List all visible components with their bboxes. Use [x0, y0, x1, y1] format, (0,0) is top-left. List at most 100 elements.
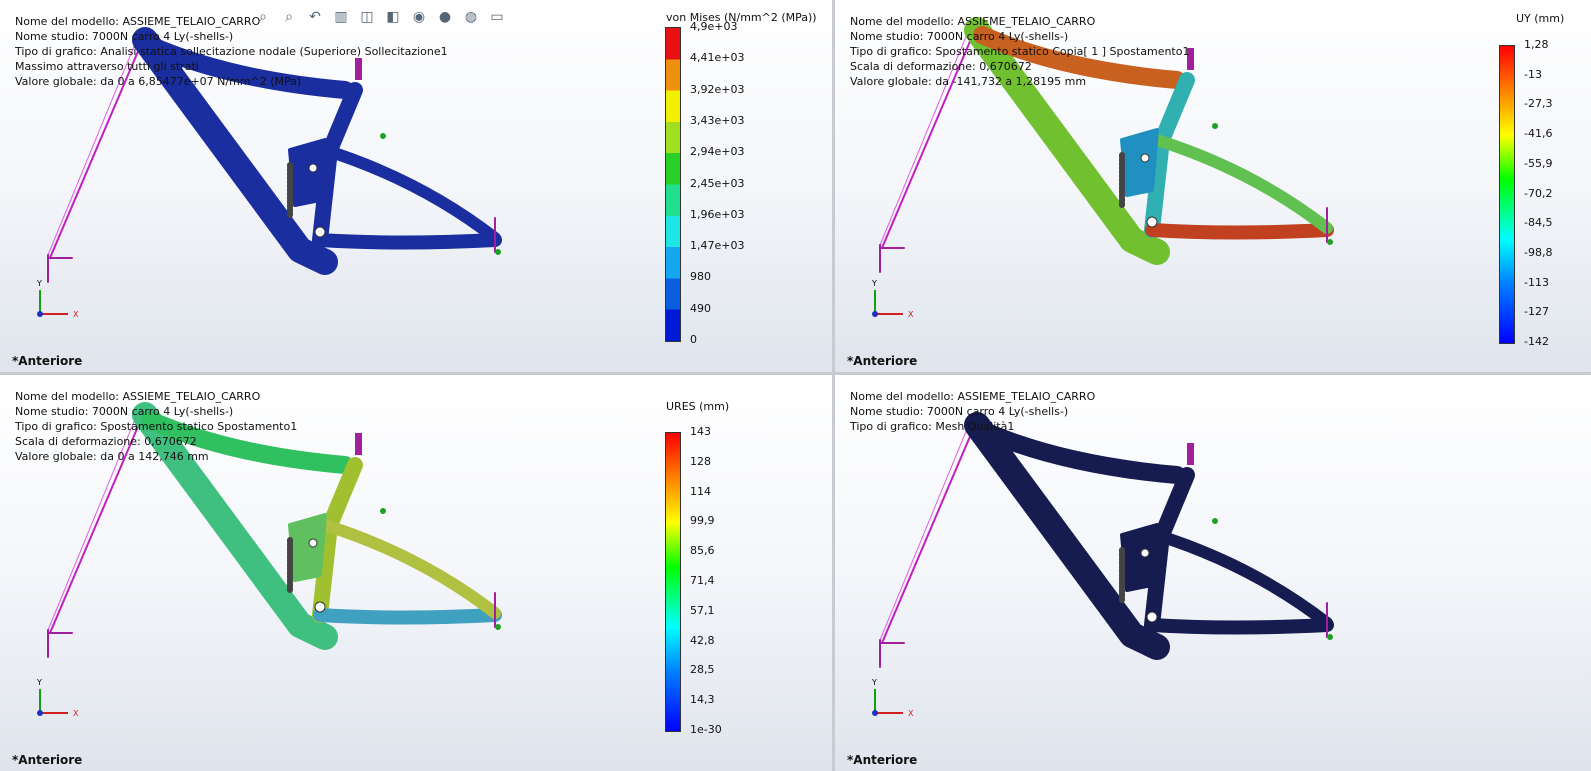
info-study: Nome studio: 7000N carro 4 Ly(-shells-) [15, 30, 234, 43]
load-arrow [1187, 443, 1194, 465]
legend-title: UY (mm) [1516, 12, 1565, 25]
info-global: Valore globale: da 0 a 142,746 mm [15, 450, 209, 463]
legend-tick: 42,8 [690, 633, 715, 647]
seatstay [1151, 134, 1333, 234]
legend-tick: -113 [1524, 275, 1549, 289]
triad-axes: Y X [871, 678, 914, 718]
seat-tube [312, 457, 363, 623]
legend-tick: 128 [690, 454, 711, 468]
axis-x-label: X [73, 310, 79, 319]
view-orientation-label: *Anteriore [847, 354, 918, 368]
info-plot: Tipo di grafico: Analisi statica solleci… [15, 45, 448, 58]
legend-tick: 980 [690, 270, 711, 284]
viewports-area: Nome del modello: ASSIEME_TELAIO_CARRO No… [0, 0, 1591, 771]
legend-tick: 4,9e+03 [690, 20, 738, 33]
load-arrow [355, 433, 362, 455]
seat-tube [1144, 467, 1195, 633]
axis-y-label: Y [871, 678, 877, 687]
viewport-1[interactable]: Nome del modello: ASSIEME_TELAIO_CARRO No… [0, 0, 832, 372]
scene-icon[interactable]: ◍ [462, 8, 480, 26]
zoom-area-icon[interactable]: ⌕ [280, 8, 298, 26]
legend-tick: -142 [1524, 335, 1549, 348]
info-study: Nome studio: 7000N carro 4 Ly(-shells-) [15, 405, 234, 418]
seatstay [319, 144, 501, 244]
legend-title: von Mises (N/mm^2 (MPa)) [666, 11, 817, 24]
legend-tick: 2,45e+03 [690, 176, 745, 190]
info-model: Nome del modello: ASSIEME_TELAIO_CARRO [850, 390, 1096, 403]
info-extra: Massimo attraverso tutti gli strati [15, 60, 199, 73]
info-plot: Tipo di grafico: Spostamento statico Cop… [850, 45, 1190, 58]
hide-show-icon[interactable]: ◉ [410, 8, 428, 26]
legend-tick: -55,9 [1524, 156, 1553, 170]
seat-tube [312, 82, 363, 248]
info-model: Nome del modello: ASSIEME_TELAIO_CARRO [15, 390, 261, 403]
seatstay [1151, 529, 1333, 629]
legend-tick: -41,6 [1524, 127, 1553, 141]
constraint-line [881, 419, 978, 644]
legend-tick: 71,4 [690, 574, 715, 587]
rocker-link [1120, 523, 1159, 592]
legend-tick: 1e-30 [690, 723, 722, 736]
color-bar [665, 27, 681, 342]
chainstay [1145, 223, 1334, 240]
legend-tick: 57,1 [690, 603, 715, 617]
plot-info: Nome del modello: ASSIEME_TELAIO_CARRO No… [850, 14, 1189, 89]
info-model: Nome del modello: ASSIEME_TELAIO_CARRO [850, 15, 1096, 28]
legend-tick: 28,5 [690, 663, 715, 677]
view-orientation-icon[interactable]: ◫ [358, 8, 376, 26]
info-extra: Scala di deformazione: 0,670672 [15, 435, 197, 448]
viewport-divider-horizontal[interactable] [0, 372, 1591, 375]
viewport-2[interactable]: Nome del modello: ASSIEME_TELAIO_CARRO No… [835, 0, 1591, 372]
triad-axes: Y X [871, 279, 914, 319]
viewport-divider-vertical[interactable] [832, 0, 835, 771]
display-style-icon[interactable]: ◧ [384, 8, 402, 26]
frame-model[interactable]: Y X [835, 375, 1591, 771]
legend-tick: 4,41e+03 [690, 51, 745, 65]
info-plot: Tipo di grafico: Mesh Qualità1 [850, 420, 1015, 433]
seat-tube [1144, 72, 1195, 238]
edit-appearance-icon[interactable]: ● [436, 8, 454, 26]
legend-title: URES (mm) [666, 400, 730, 413]
legend-tick: 490 [690, 301, 711, 315]
view-orientation-label: *Anteriore [12, 753, 83, 767]
legend-tick: -98,8 [1524, 245, 1553, 259]
rocker-link [288, 513, 327, 582]
zoom-to-fit-icon[interactable]: ⌕ [254, 8, 272, 26]
legend-tick: 1,28 [1524, 38, 1549, 51]
legend-tick: 99,9 [690, 514, 715, 528]
legend-tick: -84,5 [1524, 216, 1553, 230]
chainstay [313, 233, 502, 250]
legend-tick: -70,2 [1524, 186, 1553, 200]
view-orientation-label: *Anteriore [847, 753, 918, 767]
triad-axes: Y X [36, 279, 79, 319]
legend-tick: 1,96e+03 [690, 207, 745, 221]
section-view-icon[interactable]: ▥ [332, 8, 350, 26]
color-bar [1499, 45, 1515, 344]
viewport-3[interactable]: Nome del modello: ASSIEME_TELAIO_CARRO No… [0, 375, 832, 771]
rocker-link [288, 138, 327, 207]
legend-tick: -13 [1524, 67, 1542, 81]
legend-tick: -27,3 [1524, 97, 1553, 111]
info-extra: Scala di deformazione: 0,670672 [850, 60, 1032, 73]
view-orientation-label: *Anteriore [12, 354, 83, 368]
heads-up-toolbar: ⌕ ⌕ ↶ ▥ ◫ ◧ ◉ ● ◍ ▭ [254, 8, 506, 26]
legend-tick: 3,43e+03 [690, 113, 745, 127]
legend-tick: 143 [690, 425, 711, 438]
display-manager-icon[interactable]: ▭ [488, 8, 506, 26]
axis-y-label: Y [36, 678, 42, 687]
info-global: Valore globale: da 0 a 6,85477e+07 N/mm^… [15, 75, 302, 88]
axis-x-label: X [73, 709, 79, 718]
viewport-4[interactable]: Nome del modello: ASSIEME_TELAIO_CARRO No… [835, 375, 1591, 771]
info-study: Nome studio: 7000N carro 4 Ly(-shells-) [850, 30, 1069, 43]
previous-view-icon[interactable]: ↶ [306, 8, 324, 26]
axis-y-label: Y [871, 279, 877, 288]
legend-tick: 1,47e+03 [690, 239, 745, 253]
color-bar [665, 432, 681, 732]
legend-tick: 85,6 [690, 544, 715, 558]
legend-tick: -127 [1524, 305, 1549, 319]
legend-tick: 14,3 [690, 693, 715, 707]
axis-x-label: X [908, 709, 914, 718]
legend-tick: 114 [690, 484, 711, 498]
seatstay [319, 519, 501, 619]
chainstay [1145, 618, 1334, 635]
